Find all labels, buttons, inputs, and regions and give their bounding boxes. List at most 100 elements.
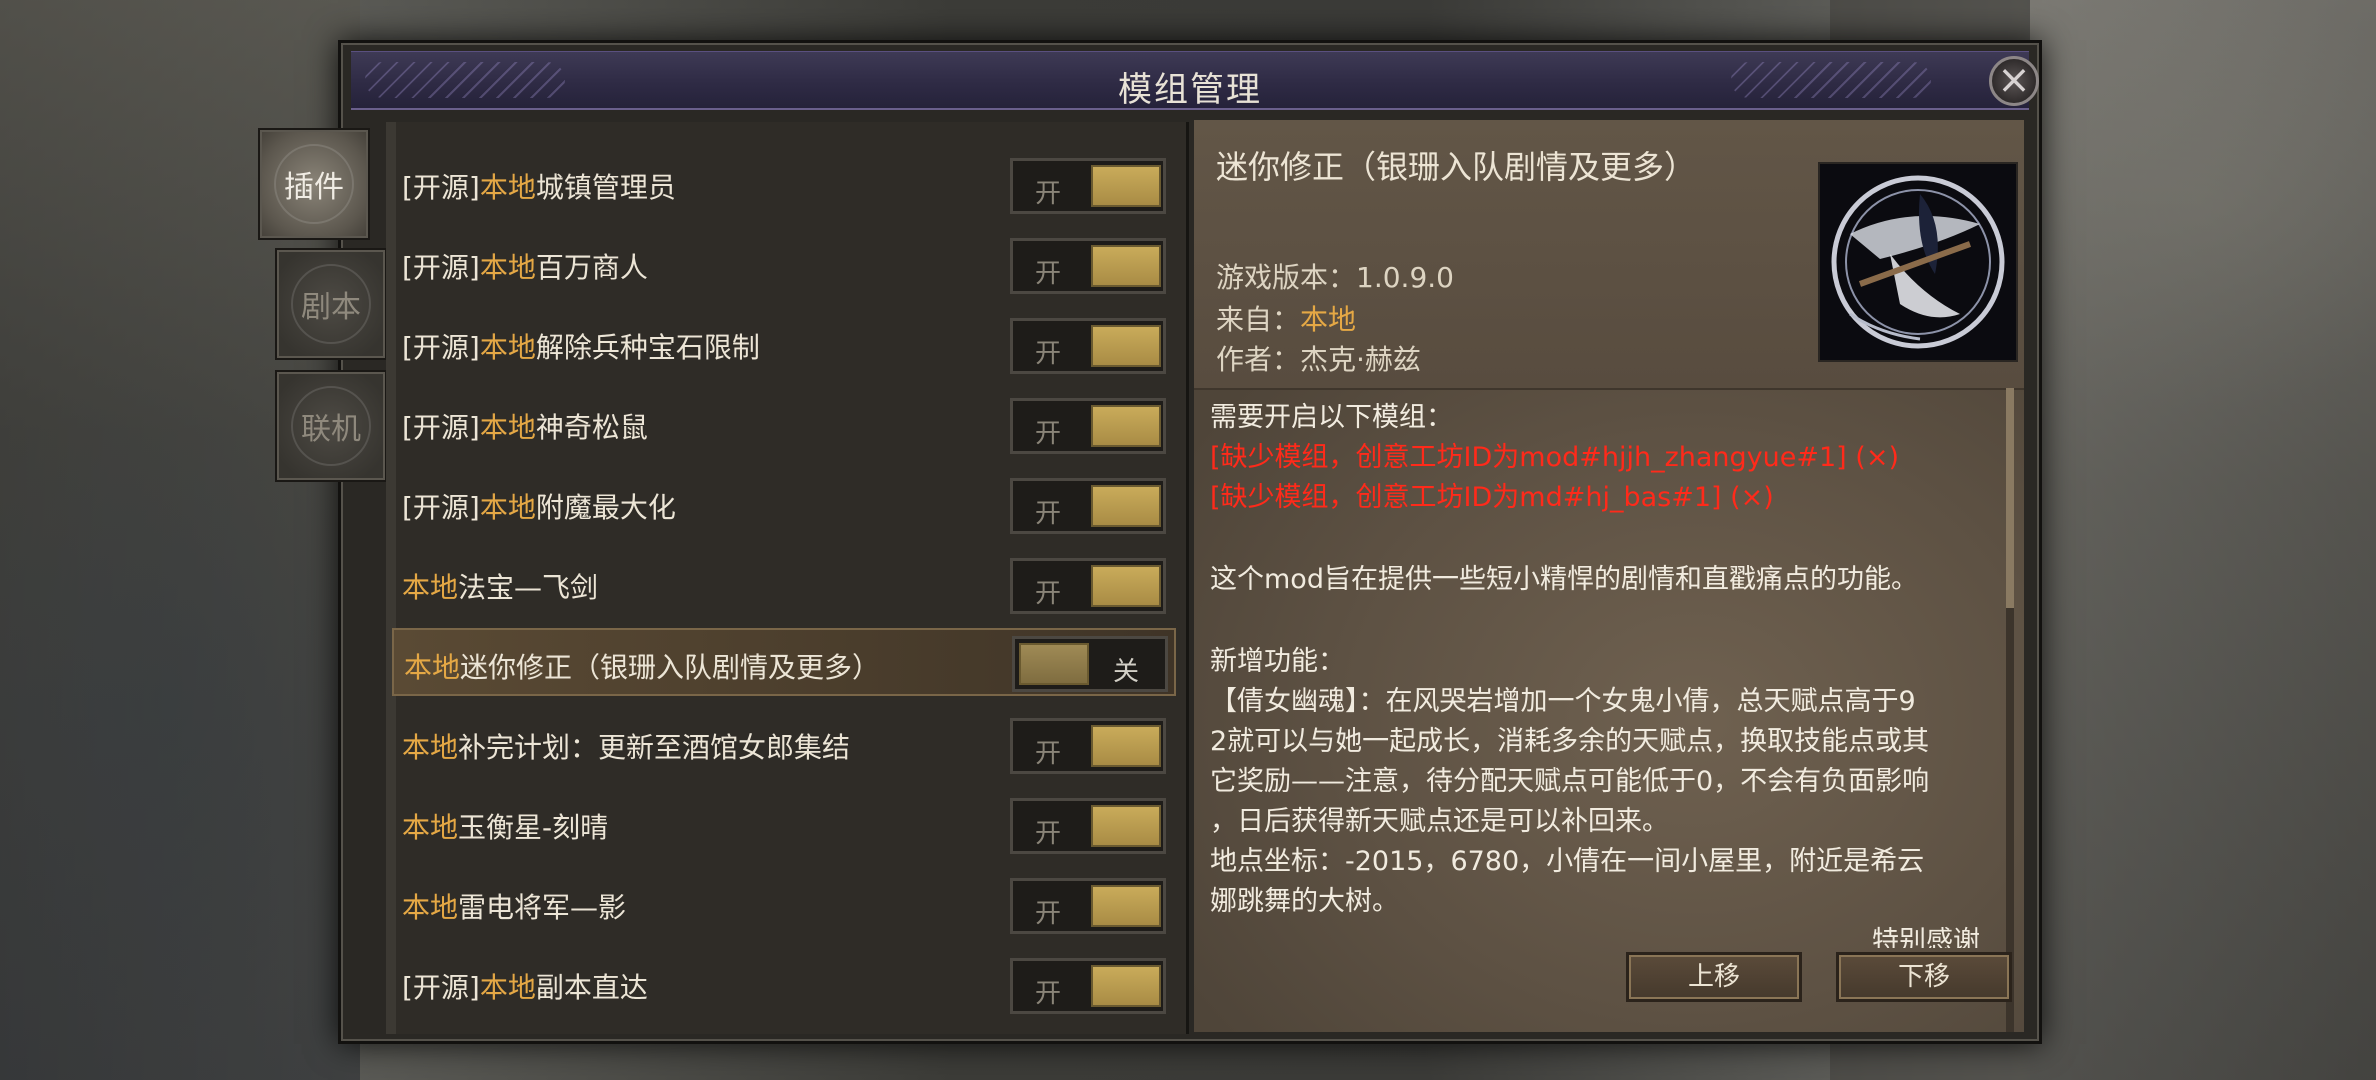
mod-row[interactable]: 本地玉衡星-刻晴 开 (392, 790, 1176, 858)
mod-name: 城镇管理员 (535, 171, 676, 204)
mod-list[interactable]: [开源]本地城镇管理员 开 [开源]本地百万商人 开 [开源]本地解除兵种宝石限… (386, 122, 1189, 1034)
mod-toggle[interactable]: 关 (1012, 636, 1168, 692)
mod-row[interactable]: [开源]本地附魔最大化 开 (392, 470, 1176, 538)
toggle-label: 开 (1035, 579, 1062, 609)
description-scrollbar[interactable] (2006, 388, 2014, 1032)
mod-source: 本地 (402, 811, 459, 844)
mod-name: 雷电将军—影 (458, 891, 627, 924)
toggle-label: 开 (1035, 899, 1062, 929)
toggle-label: 开 (1035, 419, 1062, 449)
mod-prefix: [开源] (402, 411, 480, 444)
toggle-knob (1091, 325, 1161, 367)
toggle-label: 开 (1035, 739, 1062, 769)
mod-source: 本地 (402, 731, 459, 764)
mod-description: 需要开启以下模组： [缺少模组，创意工坊ID为mod#hjjh_zhangyue… (1210, 398, 2010, 948)
mod-prefix: [开源] (402, 491, 480, 524)
toggle-label: 开 (1035, 819, 1062, 849)
mod-toggle[interactable]: 开 (1010, 158, 1166, 214)
new-features-heading: 新增功能： (1210, 646, 1345, 677)
mod-detail-header: 迷你修正（银珊入队剧情及更多） 游戏版本：1.0.9.0 来自：本地 作者：杰克… (1194, 120, 2024, 390)
mod-row[interactable]: 本地法宝—飞剑 开 (392, 550, 1176, 618)
mod-thumbnail-art (1831, 175, 2005, 349)
mod-summary: 这个mod旨在提供一些短小精悍的剧情和直戳痛点的功能。 (1210, 564, 1918, 595)
missing-mod-link[interactable]: [缺少模组，创意工坊ID为mod#hjjh_zhangyue#1] (×) (1210, 438, 2010, 478)
mod-source: 本地 (402, 571, 459, 604)
mod-name: 百万商人 (535, 251, 648, 284)
description-line: 2就可以与她一起成长，消耗多余的天赋点，换取技能点或其 (1210, 726, 1930, 757)
toggle-knob (1091, 245, 1161, 287)
toggle-knob (1091, 565, 1161, 607)
description-line: 娜跳舞的大树。 (1210, 886, 1399, 917)
mod-row[interactable]: [开源]本地副本直达 开 (392, 950, 1176, 1018)
scroll-emblem-icon (291, 264, 371, 344)
description-line: 【倩女幽魂】：在风哭岩增加一个女鬼小倩，总天赋点高于9 (1210, 686, 1916, 717)
mod-toggle[interactable]: 开 (1010, 398, 1166, 454)
tab-scripts[interactable]: 剧本 (275, 248, 387, 360)
close-button[interactable]: × (1989, 56, 2039, 106)
game-version-value: 1.0.9.0 (1356, 261, 1454, 294)
game-version-label: 游戏版本： (1216, 261, 1357, 294)
mod-name: 补完计划：更新至酒馆女郎集结 (458, 731, 851, 764)
mod-toggle[interactable]: 开 (1010, 478, 1166, 534)
mod-toggle[interactable]: 开 (1010, 318, 1166, 374)
mod-origin-value: 本地 (1300, 303, 1357, 336)
mod-row[interactable]: [开源]本地神奇松鼠 开 (392, 390, 1176, 458)
game-version: 游戏版本：1.0.9.0 (1216, 256, 1454, 296)
tab-plugins[interactable]: 插件 (258, 128, 370, 240)
mod-toggle[interactable]: 开 (1010, 798, 1166, 854)
mod-prefix: [开源] (402, 171, 480, 204)
toggle-label: 开 (1035, 339, 1062, 369)
requires-heading: 需要开启以下模组： (1210, 402, 1453, 433)
mod-source: 本地 (479, 971, 536, 1004)
description-line: 地点坐标：-2015，6780，小倩在一间小屋里，附近是希云 (1210, 846, 1925, 877)
mod-toggle[interactable]: 开 (1010, 878, 1166, 934)
scrollbar-thumb[interactable] (2006, 388, 2014, 608)
mod-row[interactable]: [开源]本地城镇管理员 开 (392, 150, 1176, 218)
mod-row[interactable]: 本地补完计划：更新至酒馆女郎集结 开 (392, 710, 1176, 778)
missing-mod-link[interactable]: [缺少模组，创意工坊ID为md#hj_bas#1] (×) (1210, 478, 2010, 518)
mod-row[interactable]: [开源]本地百万商人 开 (392, 230, 1176, 298)
dialog-title: 模组管理 (1118, 70, 1262, 110)
toggle-knob (1091, 805, 1161, 847)
toggle-label: 开 (1035, 259, 1062, 289)
mod-prefix: [开源] (402, 971, 480, 1004)
description-line: ，日后获得新天赋点还是可以补回来。 (1210, 806, 1669, 837)
mod-toggle[interactable]: 开 (1010, 958, 1166, 1014)
rose-emblem-icon (274, 144, 354, 224)
title-bar: 模组管理 × (351, 51, 2039, 110)
mod-prefix: [开源] (402, 331, 480, 364)
mod-row[interactable]: [开源]本地解除兵种宝石限制 开 (392, 310, 1176, 378)
mod-source: 本地 (479, 171, 536, 204)
mod-detail-title: 迷你修正（银珊入队剧情及更多） (1216, 148, 1697, 186)
tab-online[interactable]: 联机 (275, 370, 387, 482)
mod-toggle[interactable]: 开 (1010, 238, 1166, 294)
mod-name: 迷你修正（银珊入队剧情及更多） (460, 651, 881, 684)
mod-toggle[interactable]: 开 (1010, 718, 1166, 774)
mod-name: 玉衡星-刻晴 (458, 811, 609, 844)
mod-row[interactable]: 本地雷电将军—影 开 (392, 870, 1176, 938)
move-down-button[interactable]: 下移 (1836, 952, 2012, 1002)
mod-name: 神奇松鼠 (535, 411, 648, 444)
mod-prefix: [开源] (402, 251, 480, 284)
mod-row-selected[interactable]: 本地迷你修正（银珊入队剧情及更多） 关 (392, 628, 1176, 696)
mod-source: 本地 (479, 491, 536, 524)
toggle-label: 开 (1035, 979, 1062, 1009)
mod-source: 本地 (479, 251, 536, 284)
mod-origin-label: 来自： (1216, 303, 1301, 336)
move-up-button[interactable]: 上移 (1626, 952, 1802, 1002)
mod-name: 法宝—飞剑 (458, 571, 599, 604)
mod-name: 解除兵种宝石限制 (535, 331, 760, 364)
mod-toggle[interactable]: 开 (1010, 558, 1166, 614)
close-icon: × (1997, 57, 2031, 103)
mod-author: 作者：杰克·赫兹 (1216, 338, 1421, 378)
toggle-knob (1091, 485, 1161, 527)
toggle-knob (1091, 725, 1161, 767)
description-line: 它奖励——注意，待分配天赋点可能低于0，不会有负面影响 (1210, 766, 1930, 797)
chat-emblem-icon (291, 386, 371, 466)
toggle-knob (1091, 165, 1161, 207)
mod-thumbnail (1818, 162, 2018, 362)
mod-source: 本地 (479, 331, 536, 364)
mod-name: 附魔最大化 (535, 491, 676, 524)
mod-source: 本地 (479, 411, 536, 444)
background-right (2030, 0, 2376, 1080)
